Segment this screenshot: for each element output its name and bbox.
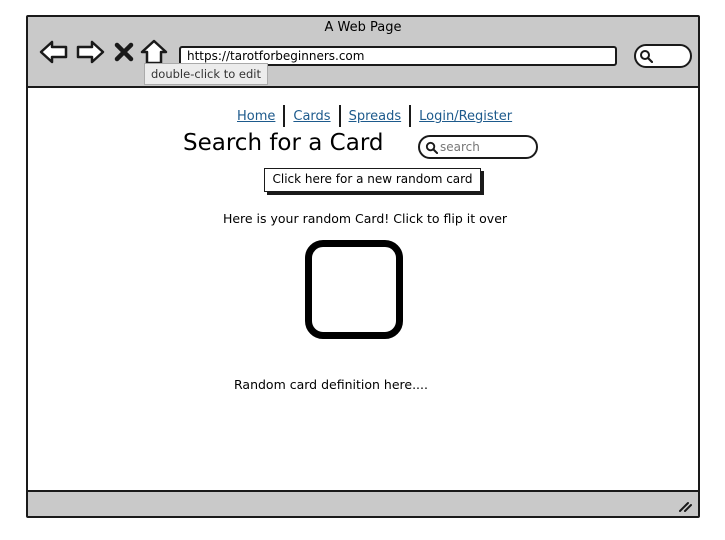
flip-hint-text: Here is your random Card! Click to flip … (222, 211, 508, 226)
browser-chrome: A Web Page https://tarotforbeginners.com (28, 17, 698, 88)
back-arrow-icon[interactable] (39, 39, 69, 65)
nav-divider (283, 105, 286, 127)
nav-link-spreads[interactable]: Spreads (343, 109, 408, 124)
resize-grip-icon[interactable] (676, 497, 692, 513)
edit-tooltip: double-click to edit (144, 63, 268, 85)
nav-divider (338, 105, 341, 127)
card-definition-text: Random card definition here.... (234, 377, 428, 392)
card-search-input[interactable] (440, 138, 532, 156)
random-card[interactable] (305, 240, 403, 339)
nav-divider (409, 105, 412, 127)
home-icon[interactable] (140, 39, 168, 65)
page-title: Search for a Card (183, 130, 384, 156)
stop-icon[interactable] (112, 39, 136, 65)
search-icon (640, 50, 653, 63)
nav-link-login-register[interactable]: Login/Register (413, 109, 518, 124)
search-icon (425, 141, 438, 154)
site-nav: Home Cards Spreads Login/Register (231, 104, 518, 128)
random-card-button[interactable]: Click here for a new random card (264, 168, 481, 192)
status-bar (28, 490, 698, 516)
browser-window: A Web Page https://tarotforbeginners.com… (26, 15, 700, 518)
nav-link-home[interactable]: Home (231, 109, 281, 124)
window-title: A Web Page (324, 20, 402, 35)
forward-arrow-icon[interactable] (75, 39, 105, 65)
nav-link-cards[interactable]: Cards (287, 109, 336, 124)
browser-search-button[interactable] (634, 44, 692, 68)
card-search-field[interactable] (418, 135, 538, 159)
